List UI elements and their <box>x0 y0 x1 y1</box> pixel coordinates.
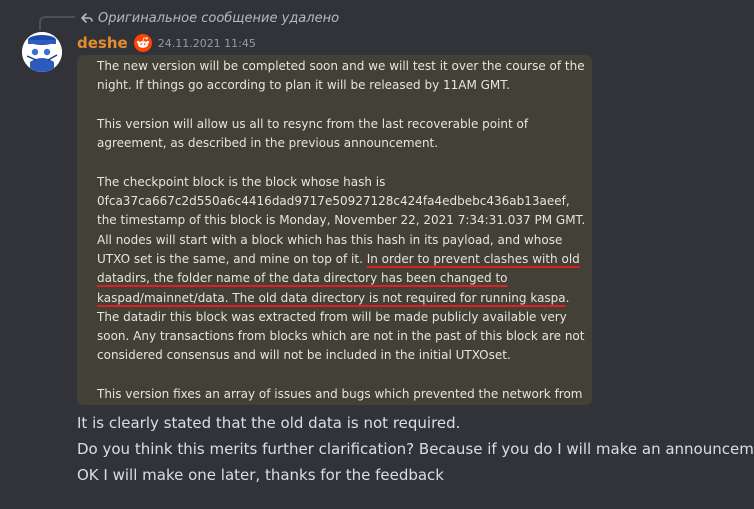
attachment-text: The new version will be completed soon a… <box>97 57 587 405</box>
message-line: Do you think this merits further clarifi… <box>77 440 754 458</box>
reply-text: Оригинальное сообщение удалено <box>98 10 340 26</box>
message-line: OK I will make one later, thanks for the… <box>77 466 444 484</box>
reply-reference[interactable]: Оригинальное сообщение удалено <box>80 9 339 27</box>
reply-arrow-icon <box>80 11 94 25</box>
message-header: deshe 24.11.2021 11:45 <box>77 32 256 54</box>
message-timestamp[interactable]: 24.11.2021 11:45 <box>158 37 256 50</box>
attachment-paragraph-1: The new version will be completed soon a… <box>97 59 585 93</box>
author-name[interactable]: deshe <box>77 34 128 52</box>
message-line: It is clearly stated that the old data i… <box>77 414 461 432</box>
attachment-image[interactable]: The new version will be completed soon a… <box>77 55 592 405</box>
attachment-paragraph-2: This version will allow us all to resync… <box>97 116 529 151</box>
attachment-paragraph-4: This version fixes an array of issues an… <box>97 387 583 402</box>
avatar[interactable] <box>22 32 62 72</box>
reddit-icon <box>133 34 152 52</box>
attachment-paragraph-3: The checkpoint block is the block whose … <box>97 173 587 366</box>
reply-spine <box>39 16 75 30</box>
